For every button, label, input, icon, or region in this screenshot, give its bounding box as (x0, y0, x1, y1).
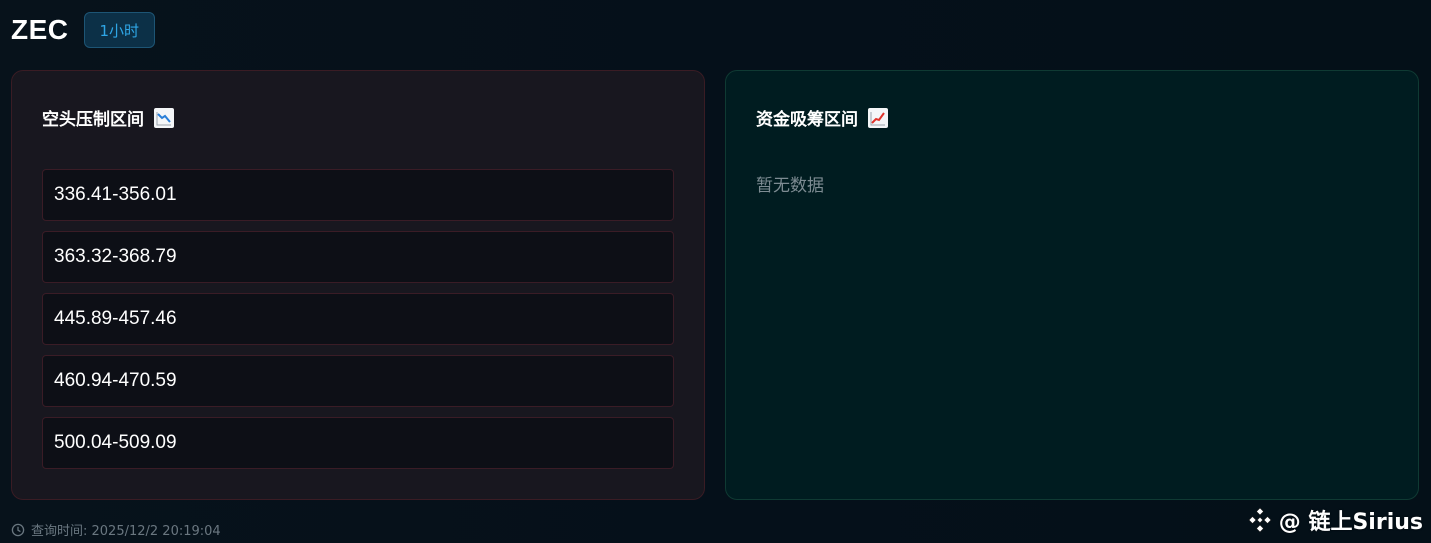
bear-zone-list: 336.41-356.01 363.32-368.79 445.89-457.4… (42, 169, 674, 479)
query-time-text: 查询时间: 2025/12/2 20:19:04 (31, 524, 221, 539)
bear-zone-item: 445.89-457.46 (42, 293, 674, 345)
timeframe-badge[interactable]: 1小时 (83, 12, 156, 48)
bull-panel-title: 资金吸筹区间 (756, 105, 888, 130)
watermark-text: @ 链上Sirius (1278, 510, 1423, 535)
bear-panel-title-text: 空头压制区间 (42, 110, 144, 130)
chart-decreasing-icon (154, 107, 174, 128)
header: ZEC 1小时 (11, 12, 156, 48)
watermark: @ 链上Sirius (1247, 504, 1423, 536)
bull-panel-title-text: 资金吸筹区间 (756, 110, 858, 130)
bear-zone-item: 363.32-368.79 (42, 231, 674, 283)
capital-accumulation-panel: 资金吸筹区间 暂无数据 (725, 70, 1419, 500)
clock-icon (11, 523, 25, 536)
bear-zone-item: 460.94-470.59 (42, 355, 674, 407)
symbol-title: ZEC (11, 14, 69, 45)
query-time-footer: 查询时间: 2025/12/2 20:19:04 (11, 520, 221, 539)
bear-suppression-panel: 空头压制区间 336.41-356.01 363.32-368.79 445.8… (11, 70, 705, 500)
chart-increasing-icon (868, 107, 888, 128)
empty-state-text: 暂无数据 (756, 176, 824, 196)
page: ZEC 1小时 空头压制区间 336.41-356.01 363.32-368.… (0, 0, 1431, 543)
bear-zone-item: 336.41-356.01 (42, 169, 674, 221)
bear-panel-title: 空头压制区间 (42, 105, 174, 130)
bear-zone-item: 500.04-509.09 (42, 417, 674, 469)
binance-logo-icon (1248, 507, 1272, 533)
